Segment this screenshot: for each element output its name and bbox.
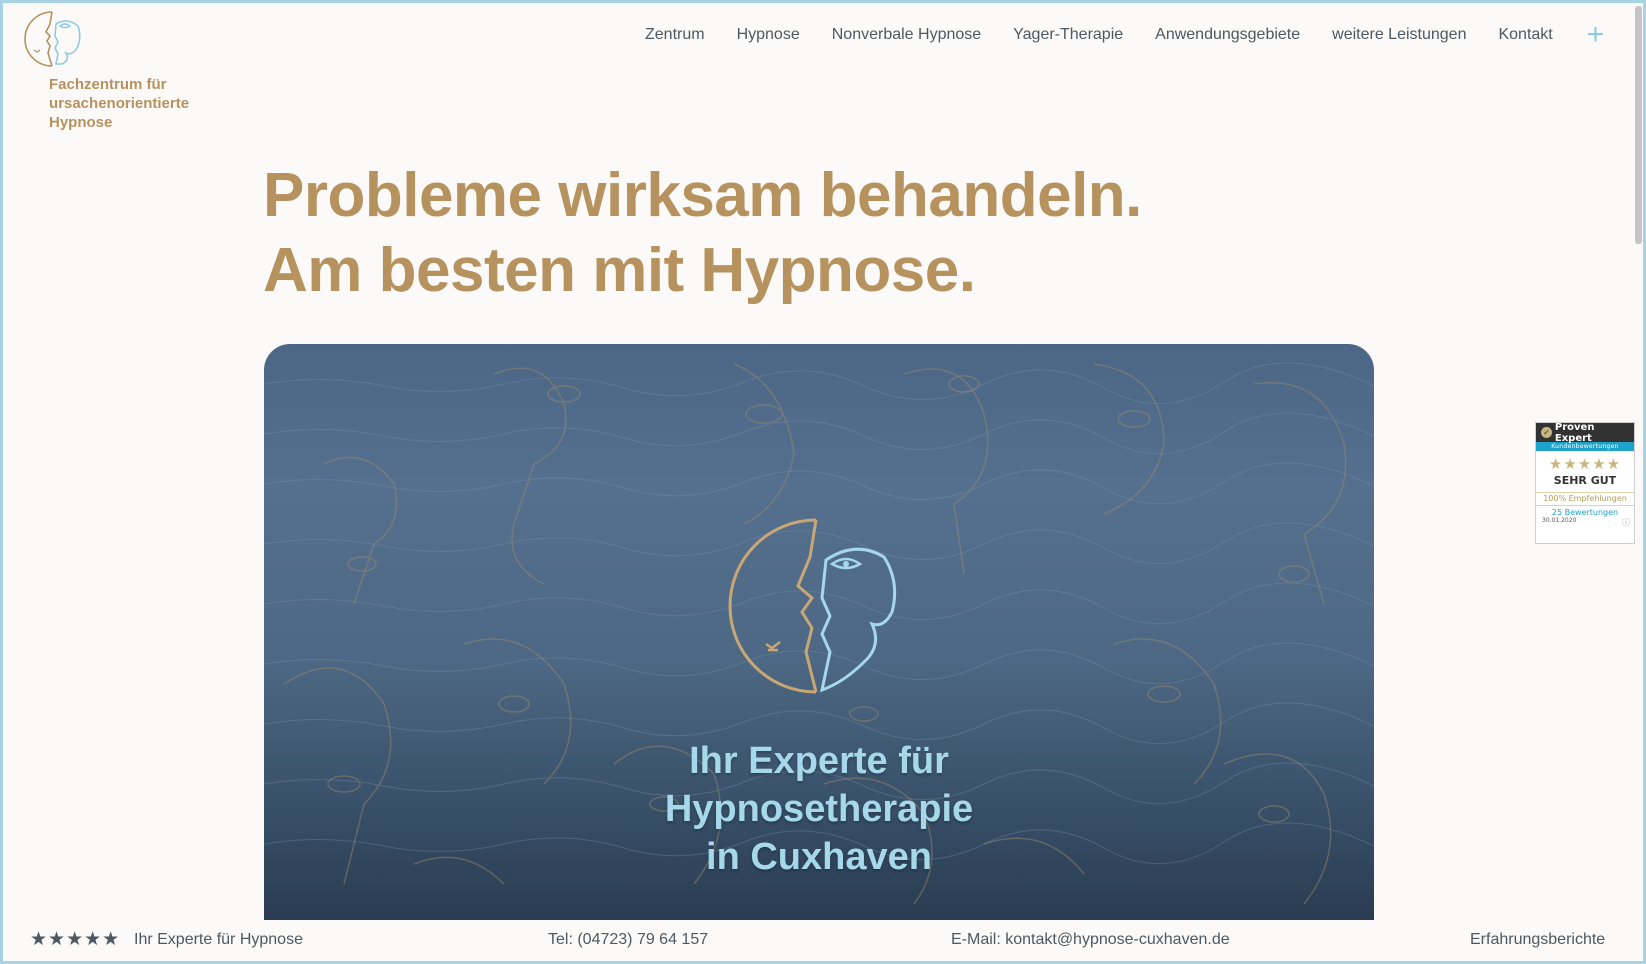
rating-date-row: 30.01.2020 ⓘ bbox=[1536, 517, 1634, 528]
logo-tagline[interactable]: Fachzentrum für ursachenorientierte Hypn… bbox=[49, 75, 229, 132]
hero-image: Ihr Experte für Hypnosetherapie in Cuxha… bbox=[264, 344, 1374, 920]
rating-grade: SEHR GUT bbox=[1553, 474, 1617, 487]
plus-icon[interactable]: + bbox=[1587, 20, 1605, 50]
nav-item-nonverbale-hypnose[interactable]: Nonverbale Hypnose bbox=[832, 26, 981, 44]
nav-item-yager-therapie[interactable]: Yager-Therapie bbox=[1013, 26, 1123, 44]
footer-testimonials-link[interactable]: Erfahrungsberichte bbox=[1470, 931, 1605, 949]
proven-expert-widget[interactable]: ✓ Proven Expert Kundenbewertungen ★★★★★ … bbox=[1535, 422, 1635, 544]
footer-tagline: Ihr Experte für Hypnose bbox=[134, 931, 303, 948]
nav-item-weitere-leistungen[interactable]: weitere Leistungen bbox=[1332, 26, 1466, 44]
info-icon[interactable]: ⓘ bbox=[1622, 517, 1630, 528]
hero-caption: Ihr Experte für Hypnosetherapie in Cuxha… bbox=[264, 737, 1374, 881]
hero-caption-line-1: Ihr Experte für bbox=[689, 740, 949, 782]
site-logo[interactable] bbox=[22, 8, 84, 75]
nav-item-anwendungsgebiete[interactable]: Anwendungsgebiete bbox=[1155, 26, 1300, 44]
hero-caption-line-3: in Cuxhaven bbox=[706, 836, 932, 878]
rating-stars-icon: ★★★★★ bbox=[1548, 455, 1622, 473]
logo-line-3: Hypnose bbox=[49, 114, 113, 131]
checkmark-icon: ✓ bbox=[1541, 427, 1552, 438]
footer-stars-icon: ★★★★★ bbox=[30, 929, 121, 950]
nav-item-hypnose[interactable]: Hypnose bbox=[737, 26, 800, 44]
logo-line-1: Fachzentrum für bbox=[49, 76, 167, 93]
footer-phone-link[interactable]: Tel: (04723) 79 64 157 bbox=[548, 931, 708, 949]
footer-bar: ★★★★★ Ihr Experte für Hypnose Tel: (0472… bbox=[0, 920, 1646, 964]
rating-date: 30.01.2020 bbox=[1542, 517, 1577, 524]
hero-caption-line-2: Hypnosetherapie bbox=[664, 788, 974, 830]
main-navigation: Zentrum Hypnose Nonverbale Hypnose Yager… bbox=[645, 20, 1605, 50]
headline-line-2: Am besten mit Hypnose. bbox=[263, 236, 976, 305]
hero-face-logo-icon bbox=[728, 518, 897, 694]
page-headline: Probleme wirksam behandeln. Am besten mi… bbox=[263, 158, 1142, 308]
recommendation-rate: 100% Empfehlungen bbox=[1536, 492, 1634, 506]
nav-item-kontakt[interactable]: Kontakt bbox=[1498, 26, 1552, 44]
headline-line-1: Probleme wirksam behandeln. bbox=[263, 161, 1142, 230]
footer-email-link[interactable]: E-Mail: kontakt@hypnose-cuxhaven.de bbox=[951, 931, 1230, 949]
nav-item-zentrum[interactable]: Zentrum bbox=[645, 26, 705, 44]
scrollbar[interactable] bbox=[1635, 6, 1642, 244]
proven-expert-brand: Proven Expert bbox=[1554, 421, 1595, 444]
review-count: 25 Bewertungen bbox=[1551, 508, 1619, 517]
face-logo-icon bbox=[24, 11, 81, 67]
proven-expert-header: ✓ Proven Expert bbox=[1536, 421, 1634, 444]
logo-line-2: ursachenorientierte bbox=[49, 95, 190, 112]
